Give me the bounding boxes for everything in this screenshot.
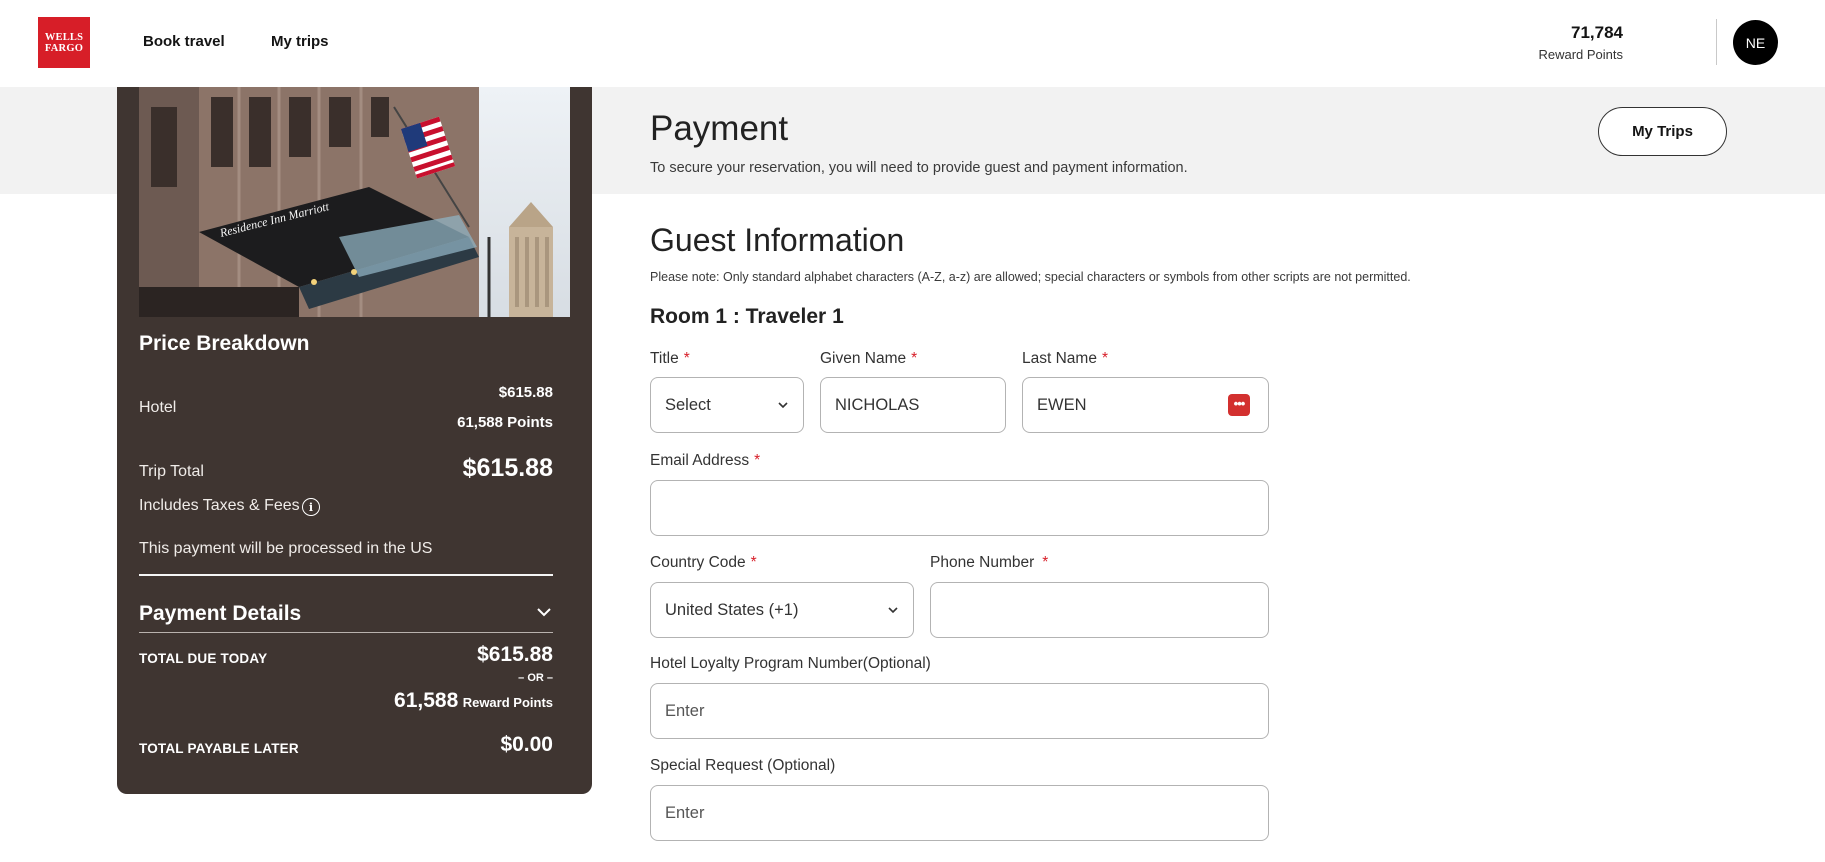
chevron-down-icon [888,607,898,614]
email-input[interactable] [650,480,1269,536]
total-payable-later-value: $0.00 [500,733,553,756]
chevron-down-icon[interactable] [536,604,552,620]
page-title: Payment [650,109,789,148]
title-label: Title * [650,350,690,367]
header-divider [1716,19,1717,65]
taxes-fees-label: Includes Taxes & Fees [139,497,300,514]
reward-points-unit: Reward Points [462,695,553,710]
chevron-down-icon [778,402,788,409]
total-payable-later-label: TOTAL PAYABLE LATER [139,741,299,756]
price-breakdown-title: Price Breakdown [139,332,310,355]
info-icon[interactable]: i [302,498,320,516]
guest-information-title: Guest Information [650,222,905,258]
reward-points-value: 71,784 [1571,23,1623,42]
given-name-label: Given Name * [820,350,918,367]
logo-line-2: FARGO [44,42,84,54]
hotel-price: $615.88 [498,384,553,401]
payment-details-divider [139,632,553,633]
special-request-label: Special Request (Optional) [650,757,836,774]
title-select[interactable]: Select [650,377,804,433]
hotel-image: Residence Inn Marriott [139,87,570,317]
character-note: Please note: Only standard alphabet char… [650,270,1411,284]
required-marker: * [911,350,918,367]
loyalty-number-input[interactable]: Enter [650,683,1269,739]
last-name-value: EWEN [1037,395,1087,414]
reward-points-amount: 61,588 [394,689,459,712]
required-marker: * [754,452,761,469]
payment-details-title[interactable]: Payment Details [139,602,301,626]
email-label: Email Address * [650,452,761,469]
processed-in-us-note: This payment will be processed in the US [139,540,433,557]
wells-fargo-logo[interactable]: WELLS FARGO [38,17,90,68]
user-avatar[interactable]: NE [1733,20,1778,65]
required-marker: * [1042,554,1049,571]
title-select-value: Select [665,395,711,414]
phone-number-input[interactable] [930,582,1269,638]
price-summary-card: Residence Inn Marriott Price Breakdown H… [117,87,592,794]
top-header: WELLS FARGO Book travel My trips 71,784 … [0,0,1825,87]
total-due-today-label: TOTAL DUE TODAY [139,651,268,666]
nav-my-trips[interactable]: My trips [271,33,329,50]
password-manager-icon[interactable]: ••• [1228,394,1250,416]
required-marker: * [1101,350,1108,367]
trip-total-label: Trip Total [139,463,204,480]
loyalty-number-label: Hotel Loyalty Program Number(Optional) [650,655,931,672]
last-name-label: Last Name * [1022,350,1108,367]
my-trips-button[interactable]: My Trips [1598,107,1727,156]
or-separator: – OR – [518,672,553,684]
last-name-input[interactable]: EWEN ••• [1022,377,1269,433]
section-divider [139,574,553,576]
reward-points-label: Reward Points [1538,47,1623,62]
total-due-today-value: $615.88 [477,643,553,666]
phone-number-label: Phone Number * [930,554,1049,571]
reward-points-option: 61,588 Reward Points [394,689,553,713]
special-request-placeholder: Enter [665,803,705,822]
page-subtitle: To secure your reservation, you will nee… [650,160,1188,176]
given-name-input[interactable]: NICHOLAS [820,377,1006,433]
reward-points-summary: 71,784 Reward Points [1538,23,1623,62]
loyalty-number-placeholder: Enter [665,701,705,720]
country-code-select[interactable]: United States (+1) [650,582,914,638]
hotel-label: Hotel [139,399,177,416]
special-request-input[interactable]: Enter [650,785,1269,841]
logo-line-1: WELLS [44,31,84,43]
room-traveler-title: Room 1 : Traveler 1 [650,305,844,328]
nav-book-travel[interactable]: Book travel [143,33,225,50]
country-code-label: Country Code * [650,554,757,571]
country-code-value: United States (+1) [665,600,799,619]
hotel-points: 61,588 Points [457,414,553,431]
trip-total-value: $615.88 [462,454,553,482]
required-marker: * [683,350,690,367]
required-marker: * [750,554,757,571]
given-name-value: NICHOLAS [835,395,920,414]
